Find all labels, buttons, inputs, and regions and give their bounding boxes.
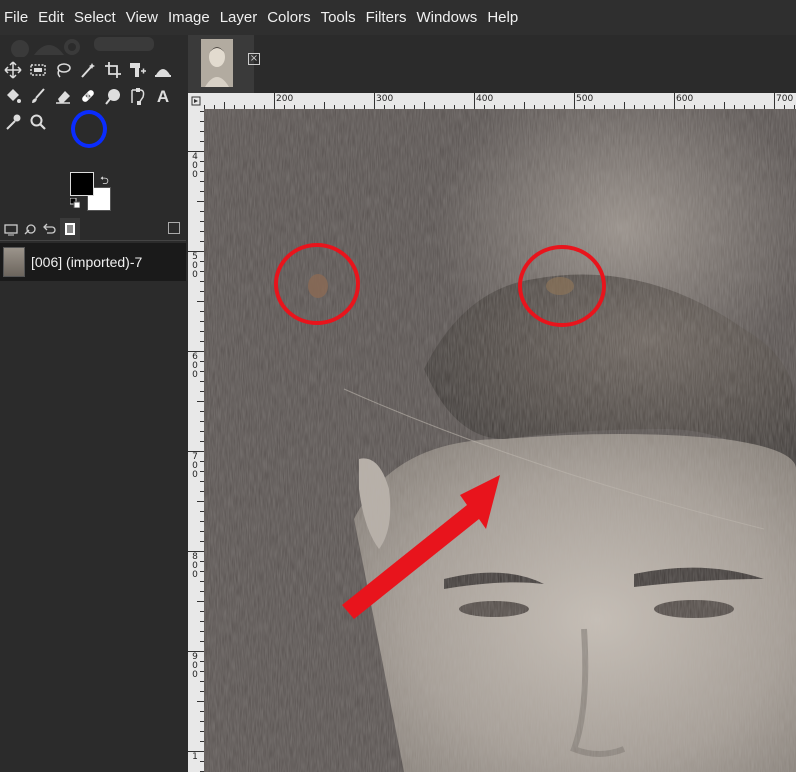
ruler-label: 4 0 0 [192, 152, 198, 180]
dock-panel-tabs [0, 217, 186, 241]
ruler-label: 6 0 0 [192, 352, 198, 380]
image-canvas[interactable] [204, 109, 796, 772]
heal-tool-icon[interactable] [75, 83, 100, 109]
wilber-header-decoration [11, 37, 154, 57]
image-tab-thumbnail [201, 39, 233, 87]
smudge-tool-icon[interactable] [100, 83, 125, 109]
images-tab-icon[interactable] [60, 217, 80, 240]
image-list-label: [006] (imported)-7 [31, 254, 143, 270]
text-tool-icon[interactable]: A [150, 83, 175, 109]
fuzzy-select-tool-icon[interactable] [75, 57, 100, 83]
ruler-label: 5 0 0 [192, 252, 198, 280]
color-picker-tool-icon[interactable] [0, 109, 25, 135]
reset-colors-icon[interactable] [70, 198, 80, 208]
horizontal-ruler: 200 300 400 500 600 700 [204, 93, 796, 109]
paths-tool-icon[interactable] [125, 83, 150, 109]
foreground-color-swatch[interactable] [70, 172, 94, 196]
svg-text:A: A [156, 87, 168, 105]
menu-view[interactable]: View [126, 0, 164, 35]
menu-layer[interactable]: Layer [220, 0, 264, 35]
ruler-label: 600 [676, 94, 694, 104]
crop-tool-icon[interactable] [100, 57, 125, 83]
menu-select[interactable]: Select [74, 0, 122, 35]
image-list-thumbnail [3, 247, 25, 277]
toolbox-row-1 [0, 57, 175, 83]
toolbox-row-3 [0, 109, 50, 135]
rect-select-tool-icon[interactable] [25, 57, 50, 83]
selected-tool-highlight-circle [71, 110, 107, 148]
warp-transform-tool-icon[interactable] [150, 57, 175, 83]
menu-bar: File Edit Select View Image Layer Colors Tools F… [0, 0, 796, 35]
eraser-tool-icon[interactable] [50, 83, 75, 109]
ruler-label: 300 [376, 94, 394, 104]
ruler-label: 1 [192, 752, 198, 762]
ruler-label: 400 [476, 94, 494, 104]
ruler-corner-button[interactable] [188, 93, 204, 109]
device-status-tab-icon[interactable] [22, 221, 38, 237]
ruler-label: 200 [276, 94, 294, 104]
red-circle-annotation-2 [518, 245, 606, 327]
left-dock: A ⮌ [006] (imported)-7 [0, 35, 186, 772]
annotation-overlay [274, 243, 606, 619]
close-tab-icon[interactable]: × [248, 53, 260, 65]
ruler-label: 8 0 0 [192, 552, 198, 580]
ruler-label: 500 [576, 94, 594, 104]
lasso-tool-icon[interactable] [50, 57, 75, 83]
menu-filters[interactable]: Filters [366, 0, 413, 35]
toolbox-row-2: A [0, 83, 175, 109]
red-circle-annotation-1 [274, 243, 360, 325]
color-swatches: ⮌ [70, 172, 120, 218]
menu-edit[interactable]: Edit [38, 0, 70, 35]
tool-options-tab-icon[interactable] [3, 221, 19, 237]
menu-image[interactable]: Image [168, 0, 216, 35]
move-tool-icon[interactable] [0, 57, 25, 83]
menu-file[interactable]: File [4, 0, 34, 35]
image-tabs-bar: × [186, 35, 796, 93]
zoom-tool-icon[interactable] [25, 109, 50, 135]
undo-history-tab-icon[interactable] [41, 221, 57, 237]
menu-windows[interactable]: Windows [416, 0, 483, 35]
images-list-item[interactable]: [006] (imported)-7 [0, 243, 186, 281]
menu-tools[interactable]: Tools [321, 0, 362, 35]
bucket-fill-tool-icon[interactable] [0, 83, 25, 109]
ruler-label: 9 0 0 [192, 652, 198, 680]
menu-colors[interactable]: Colors [267, 0, 316, 35]
paintbrush-tool-icon[interactable] [25, 83, 50, 109]
ruler-label: 700 [776, 94, 794, 104]
menu-help[interactable]: Help [487, 0, 524, 35]
red-arrow-annotation [342, 475, 500, 619]
unified-transform-tool-icon[interactable] [125, 57, 150, 83]
ruler-label: 7 0 0 [192, 452, 198, 480]
vertical-ruler: 4 0 0 5 0 0 6 0 0 7 0 0 8 0 0 9 0 0 1 [188, 109, 204, 772]
image-tab[interactable]: × [188, 35, 260, 93]
panel-menu-button[interactable] [168, 222, 180, 234]
